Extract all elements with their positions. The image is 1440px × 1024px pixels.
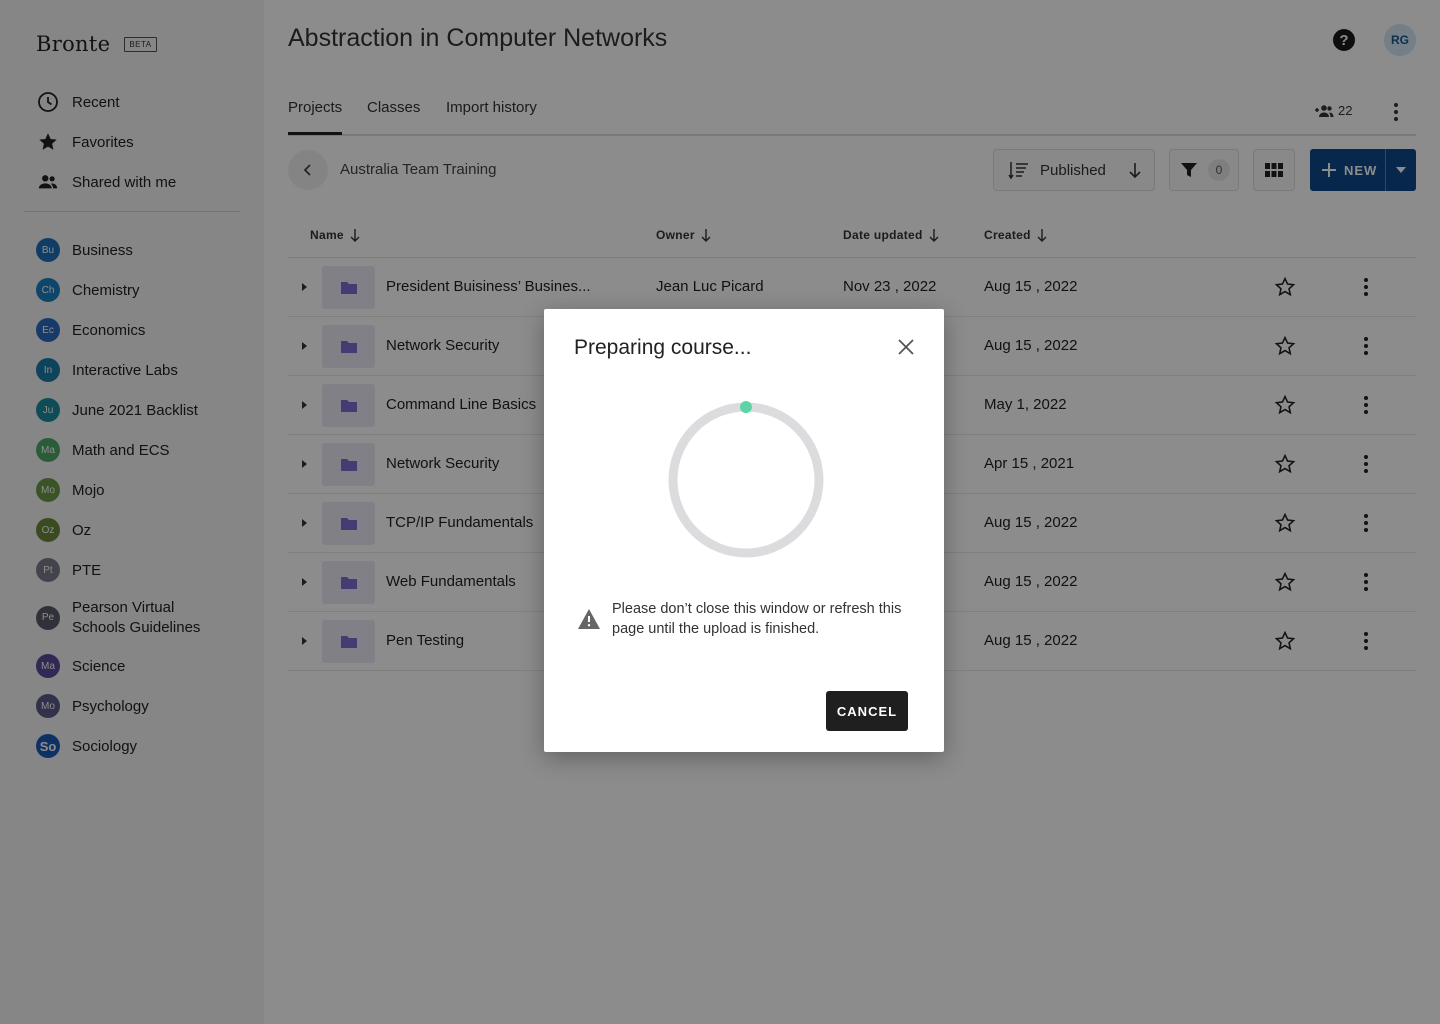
close-icon[interactable] bbox=[896, 337, 916, 357]
warning-icon bbox=[578, 609, 600, 629]
warning-message: Please don’t close this window or refres… bbox=[577, 600, 912, 639]
cancel-button[interactable]: CANCEL bbox=[826, 691, 908, 731]
dialog-title: Preparing course... bbox=[574, 336, 752, 359]
progress-spinner bbox=[666, 400, 826, 565]
warning-text: Please don’t close this window or refres… bbox=[612, 601, 902, 637]
progress-indicator bbox=[740, 401, 752, 413]
preparing-course-dialog: Preparing course... Please don’t close t… bbox=[544, 309, 944, 752]
